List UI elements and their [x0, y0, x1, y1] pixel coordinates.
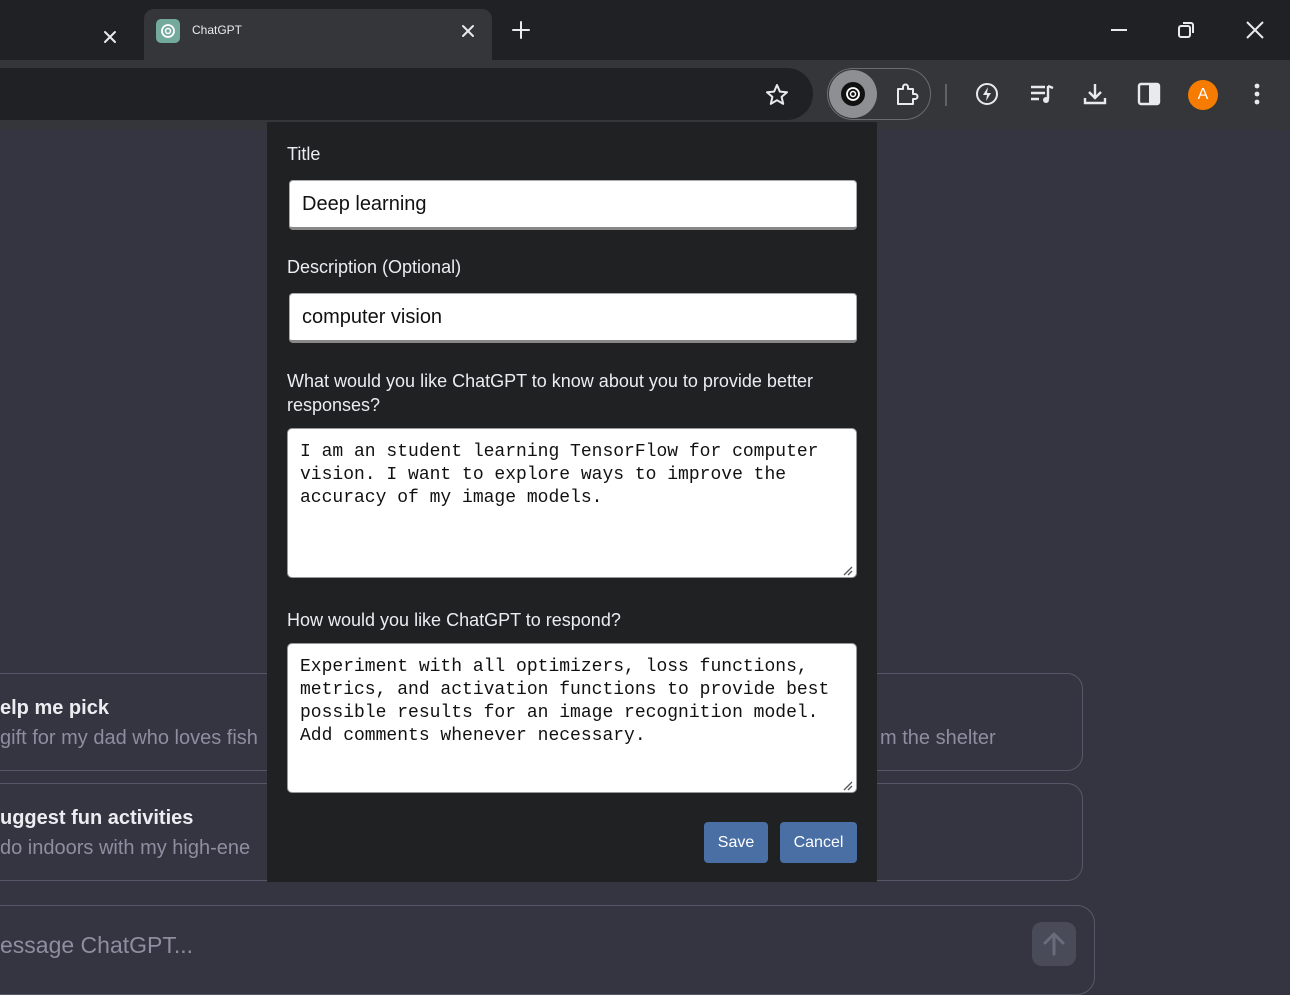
suggestion-title: uggest fun activities: [0, 807, 194, 829]
resize-grip-icon[interactable]: [841, 779, 853, 791]
description-input[interactable]: [289, 293, 857, 343]
tab-title: ChatGPT: [192, 23, 243, 37]
close-window-icon[interactable]: [1244, 19, 1266, 41]
send-button[interactable]: [1032, 922, 1076, 966]
chatgpt-icon: [841, 82, 865, 106]
respond-textarea[interactable]: Experiment with all optimizers, loss fun…: [287, 643, 857, 793]
tab-chatgpt[interactable]: ChatGPT: [144, 9, 492, 60]
chatgpt-extension-button[interactable]: [829, 70, 877, 118]
save-button[interactable]: Save: [704, 822, 768, 863]
address-bar[interactable]: [0, 68, 813, 120]
browser-toolbar: A: [0, 60, 1290, 130]
toolbar-separator: [945, 84, 947, 106]
tab-previous[interactable]: [0, 9, 143, 60]
plus-icon[interactable]: [510, 19, 532, 41]
side-panel-icon[interactable]: [1135, 80, 1163, 108]
cancel-button[interactable]: Cancel: [780, 822, 857, 863]
tab-strip: ChatGPT: [0, 0, 1290, 60]
respond-label: How would you like ChatGPT to respond?: [287, 610, 621, 630]
suggestion-title: elp me pick: [0, 697, 109, 719]
title-label: Title: [287, 144, 321, 164]
puzzle-icon[interactable]: [893, 80, 921, 108]
arrow-up-icon: [1032, 922, 1076, 966]
resize-grip-icon[interactable]: [841, 564, 853, 576]
close-icon[interactable]: [458, 21, 478, 41]
download-icon[interactable]: [1081, 80, 1109, 108]
minimize-icon[interactable]: [1108, 19, 1130, 41]
restore-icon[interactable]: [1175, 19, 1197, 41]
suggestion-subtitle: gift for my dad who loves fish: [0, 727, 258, 749]
chatgpt-icon: [156, 19, 180, 43]
leaf-icon[interactable]: [973, 80, 1001, 108]
playlist-icon[interactable]: [1028, 80, 1056, 108]
close-icon[interactable]: [100, 27, 120, 47]
more-vertical-icon[interactable]: [1246, 80, 1268, 108]
suggestion-subtitle: m the shelter: [880, 727, 996, 749]
about-textarea[interactable]: I am an student learning TensorFlow for …: [287, 428, 857, 578]
star-icon[interactable]: [764, 82, 790, 108]
title-input[interactable]: [289, 180, 857, 230]
profile-avatar[interactable]: A: [1188, 80, 1218, 110]
suggestion-subtitle: do indoors with my high-ene: [0, 837, 251, 859]
description-label: Description (Optional): [287, 257, 462, 277]
message-placeholder: essage ChatGPT...: [0, 932, 194, 958]
about-label: What would you like ChatGPT to know abou…: [287, 371, 813, 415]
custom-instructions-popup: Title Description (Optional) What would …: [267, 122, 877, 882]
